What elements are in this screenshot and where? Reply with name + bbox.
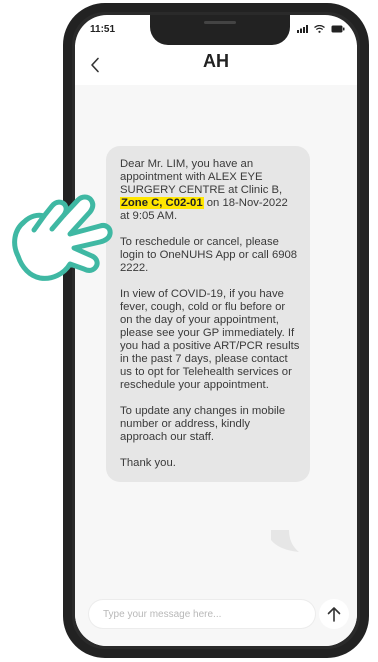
battery-icon bbox=[331, 25, 345, 33]
bubble-tail bbox=[271, 530, 299, 552]
contact-name: AH bbox=[203, 51, 229, 71]
status-icons bbox=[297, 25, 345, 33]
appointment-text: Dear Mr. LIM, you have an appointment wi… bbox=[120, 158, 283, 196]
wifi-icon bbox=[314, 25, 325, 33]
chat-header: AH bbox=[75, 45, 357, 85]
stage: 11:51 AH Dear Mr. LIM, you have an appoi… bbox=[0, 0, 378, 662]
signal-icon bbox=[297, 25, 308, 33]
chat-area[interactable]: Dear Mr. LIM, you have an appointment wi… bbox=[75, 85, 357, 646]
message-paragraph-covid: In view of COVID-19, if you have fever, … bbox=[120, 288, 300, 391]
arrow-up-icon bbox=[327, 607, 341, 622]
message-paragraph-thanks: Thank you. bbox=[120, 457, 176, 469]
send-button[interactable] bbox=[319, 599, 349, 629]
message-bubble[interactable]: Dear Mr. LIM, you have an appointment wi… bbox=[106, 146, 310, 482]
speaker-grille bbox=[204, 21, 236, 24]
pointing-hand-icon bbox=[12, 194, 113, 281]
message-paragraph-reschedule: To reschedule or cancel, please login to… bbox=[120, 236, 298, 274]
message-paragraph-appointment: Dear Mr. LIM, you have an appointment wi… bbox=[120, 158, 300, 223]
message-paragraph-update: To update any changes in mobile number o… bbox=[120, 405, 286, 443]
highlighted-location: Zone C, C02-01 bbox=[120, 197, 204, 209]
message-input[interactable] bbox=[101, 607, 315, 621]
status-time: 11:51 bbox=[90, 24, 116, 35]
message-composer[interactable] bbox=[89, 600, 315, 628]
phone-screen: 11:51 AH Dear Mr. LIM, you have an appoi… bbox=[75, 15, 357, 646]
phone-frame: 11:51 AH Dear Mr. LIM, you have an appoi… bbox=[63, 3, 369, 658]
phone-notch bbox=[150, 15, 290, 45]
